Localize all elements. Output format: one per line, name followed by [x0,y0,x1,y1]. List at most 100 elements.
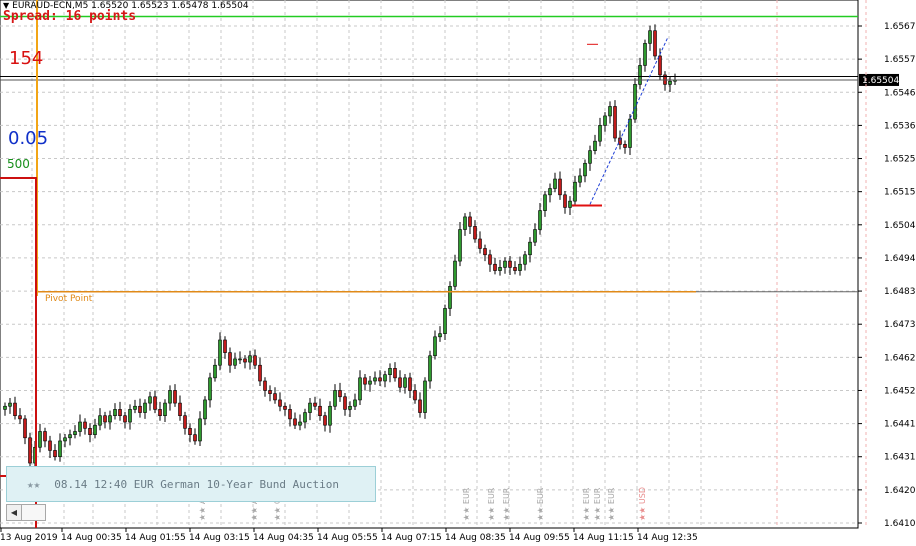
candle-body [608,106,612,117]
candle-body [468,216,472,227]
scroll-left-button[interactable]: ◀ [6,504,22,521]
pivot-point-label: Pivot Point [45,294,93,304]
candle-body [523,254,527,265]
candle-body [288,409,292,420]
price-tick-label: 1.65570 [884,55,916,65]
scroll-track[interactable] [22,504,46,521]
mt4-chart-window[interactable]: 1.65675 1.65570 1.65465 1.65360 1.65255 1.651… [0,0,916,546]
price-tick-label: 1.65675 [884,22,916,32]
news-flag-label[interactable]: ★★ EUR [502,487,511,521]
price-chart[interactable]: 1.65675 1.65570 1.65465 1.65360 1.65255 1.651… [0,0,916,546]
candle-body [78,421,82,432]
candle-body [543,194,547,211]
candle-body [603,115,607,126]
candle-body [383,374,387,382]
candle-body [348,405,352,410]
candle-body [623,144,627,148]
candle-body [58,440,62,458]
candle-body [638,65,642,85]
candle-body [508,260,512,268]
time-tick-label: 14 Aug 07:15 [381,533,442,543]
candle-body [183,415,187,429]
price-tick-label: 1.64415 [884,420,916,430]
price-tick-label: 1.64100 [884,519,916,529]
candle-body [388,368,392,375]
candle-body [478,238,482,249]
candle-body [568,200,572,208]
time-tick-label: 14 Aug 05:55 [317,533,378,543]
candle-body [578,175,582,183]
candle-body [328,405,332,426]
news-event-panel[interactable]: ★★ 08.14 12:40 EUR German 10-Year Bund A… [6,466,376,502]
candle-body [368,380,372,385]
price-tick-label: 1.64730 [884,320,916,330]
candle-body [358,377,362,401]
candle-body [648,30,652,44]
candle-body [23,418,27,439]
price-tick-label: 1.64205 [884,486,916,496]
price-tick-label: 1.65255 [884,155,916,165]
candle-body [643,43,647,66]
news-flag-label[interactable]: ★★ EUR [593,487,602,521]
candle-body [303,412,307,423]
candle-body [488,254,492,265]
candle-body [498,267,502,271]
time-tick-label: 14 Aug 01:55 [125,533,186,543]
candle-body [318,405,322,417]
candle-body [38,431,42,448]
candle-body [88,428,92,435]
candle-body [448,286,452,309]
candle-body [528,241,532,256]
time-tick-label: 14 Aug 03:15 [189,533,250,543]
candle-body [298,421,302,426]
candle-body [563,194,567,208]
candle-body [323,415,327,426]
news-flag-label[interactable]: ★★ EUR [462,487,471,521]
price-tick-label: 1.64625 [884,353,916,363]
candle-body [173,390,177,404]
time-tick-label: 14 Aug 00:35 [61,533,122,543]
candle-body [493,263,497,271]
news-flag-label[interactable]: ★★ EUR [536,487,545,521]
chevron-left-icon: ◀ [10,508,18,517]
candle-body [628,118,632,148]
candle-body [408,377,412,391]
price-tick-label: 1.64940 [884,254,916,264]
candle-body [668,80,672,85]
candle-body [273,393,277,401]
candle-body [188,428,192,435]
candle-body [308,402,312,413]
candle-body [283,405,287,410]
news-flag-label[interactable]: ★★ USD [638,487,647,521]
candle-body [458,229,462,262]
candle-body [133,405,137,410]
candle-body [338,390,342,398]
candle-body [503,260,507,268]
news-flag-label[interactable]: ★★ EUR [582,487,591,521]
news-flag-label[interactable]: ★★ EUR [487,487,496,521]
candle-body [263,380,267,391]
candle-body [633,84,637,120]
candle-body [353,399,357,407]
candle-body [253,355,257,366]
candle-body [198,418,202,442]
candle-body [123,415,127,423]
candle-body [153,396,157,410]
candle-body [313,402,317,407]
candle-body [28,437,32,464]
candle-body [248,355,252,363]
candle-body [423,380,427,413]
candle-body [148,396,152,404]
candle-body [343,396,347,410]
candle-body [168,390,172,404]
candle-body [73,431,77,435]
news-flag-label[interactable]: ★★ EUR [607,487,616,521]
candle-body [63,437,67,442]
candle-body [68,434,72,439]
candle-body [213,364,217,379]
candle-body [83,421,87,429]
candle-body [453,260,457,287]
candle-body [463,216,467,230]
candle-body [218,339,222,366]
candle-body [588,150,592,164]
